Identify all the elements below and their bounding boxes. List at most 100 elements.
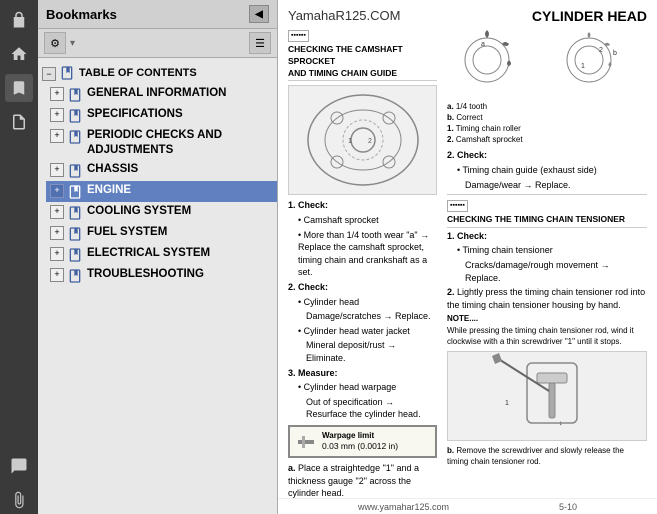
step-b-right: b. Remove the screwdriver and slowly rel… (447, 445, 647, 467)
step2-damage: Damage/scratches → Replace. (306, 310, 437, 323)
sidebar-toolbar: ⚙ ▾ ☰ (38, 29, 277, 58)
electrical-expand[interactable]: + (50, 247, 64, 261)
check-step1: 1. Check: (447, 230, 647, 243)
sprocket-diagram-left: a (447, 28, 545, 97)
sprocket-diagram-right: b 1 2 (549, 28, 647, 97)
sprocket-svg-right: b 1 2 (549, 28, 629, 93)
toc-root-item[interactable]: − TABLE OF CONTENTS (38, 62, 277, 84)
document-icon[interactable] (5, 108, 33, 136)
sidebar-gear-label: ▾ (70, 38, 75, 49)
troubleshooting-expand[interactable]: + (50, 268, 64, 282)
chassis-expand[interactable]: + (50, 163, 64, 177)
specs-icon (67, 108, 83, 124)
fuel-expand[interactable]: + (50, 226, 64, 240)
step2-guide-wear: Damage/wear → Replace. (465, 179, 647, 192)
section-title-camshaft: CHECKING THE CAMSHAFT SPROCKETAND TIMING… (288, 44, 437, 82)
sidebar-item-electrical[interactable]: + ELECTRICAL SYSTEM (46, 244, 277, 265)
step2-mineral: Mineral deposit/rust → Eliminate. (306, 339, 437, 364)
main-content: YamahaR125.COM CYLINDER HEAD ▪▪▪▪▪▪ CHEC… (278, 0, 657, 514)
tensioner-diagram: 1 ↓ (447, 351, 647, 441)
engine-expand[interactable]: + (50, 184, 64, 198)
section-tag2: ▪▪▪▪▪▪ (447, 200, 468, 212)
step1: 1. Check: (288, 199, 437, 212)
home-icon[interactable] (5, 40, 33, 68)
toc-root-expand[interactable]: − (42, 67, 56, 81)
general-expand[interactable]: + (50, 87, 64, 101)
chassis-icon (67, 163, 83, 179)
svg-text:↓: ↓ (559, 420, 563, 427)
step1-camshaft: • Camshaft sprocket (298, 214, 437, 227)
legend-1: 1. Timing chain roller (447, 123, 647, 134)
step1-wear: • More than 1/4 tooth wear "a" → Replace… (298, 229, 437, 279)
warpage-value: 0.03 mm (0.0012 in) (322, 441, 398, 453)
sidebar-header: Bookmarks ◀ (38, 0, 277, 29)
check-tensioner: • Timing chain tensioner (457, 244, 647, 257)
sidebar-item-chassis[interactable]: + CHASSIS (46, 160, 277, 181)
cooling-label: COOLING SYSTEM (87, 204, 191, 219)
lock-icon[interactable] (5, 6, 33, 34)
step3-warpage: • Cylinder head warpage (298, 381, 437, 394)
sidebar-item-general[interactable]: + GENERAL INFORMATION (46, 84, 277, 105)
step3-spec: Out of specification → Resurface the cyl… (306, 396, 437, 421)
periodic-icon (67, 129, 83, 145)
warpage-info: Warpage limit 0.03 mm (0.0012 in) (322, 430, 398, 453)
warpage-label: Warpage limit (322, 430, 398, 441)
page-title: CYLINDER HEAD (532, 8, 647, 24)
footer-site: www.yamahar125.com (358, 502, 449, 512)
camshaft-svg: 1 2 (293, 88, 433, 193)
sidebar-item-troubleshooting[interactable]: + TROUBLESHOOTING (46, 265, 277, 286)
specs-expand[interactable]: + (50, 108, 64, 122)
page-content: YamahaR125.COM CYLINDER HEAD ▪▪▪▪▪▪ CHEC… (278, 0, 657, 498)
step2-head: • Cylinder head (298, 296, 437, 309)
check-cracks: Cracks/damage/rough movement → Replace. (465, 259, 647, 284)
step2-guide: • Timing chain guide (exhaust side) (457, 164, 647, 177)
section-title-tensioner: CHECKING THE TIMING CHAIN TENSIONER (447, 214, 647, 228)
sidebar-item-cooling[interactable]: + COOLING SYSTEM (46, 202, 277, 223)
specs-label: SPECIFICATIONS (87, 107, 183, 122)
sidebar-view-icon[interactable]: ☰ (249, 32, 271, 54)
clip-icon[interactable] (5, 486, 33, 514)
page-footer: www.yamahar125.com 5-10 (278, 498, 657, 514)
periodic-expand[interactable]: + (50, 129, 64, 143)
periodic-label: PERIODIC CHECKS AND ADJUSTMENTS (87, 128, 273, 158)
fuel-label: FUEL SYSTEM (87, 225, 167, 240)
bookmark-icon[interactable] (5, 74, 33, 102)
svg-text:1: 1 (505, 400, 509, 407)
sprocket-diagrams: a b (447, 28, 647, 97)
troubleshooting-icon (67, 268, 83, 284)
troubleshooting-label: TROUBLESHOOTING (87, 267, 204, 282)
step-a: a. Place a straightedge "1" and a thickn… (288, 462, 437, 498)
electrical-label: ELECTRICAL SYSTEM (87, 246, 210, 261)
step3: 3. Measure: (288, 367, 437, 380)
legend-a: a. 1/4 tooth (447, 101, 647, 112)
left-toolbar (0, 0, 38, 514)
general-icon (67, 87, 83, 103)
engine-label: ENGINE (87, 183, 131, 198)
sidebar-item-periodic[interactable]: + PERIODIC CHECKS AND ADJUSTMENTS (46, 126, 277, 160)
sidebar-collapse-button[interactable]: ◀ (249, 5, 269, 23)
sidebar-item-fuel[interactable]: + FUEL SYSTEM (46, 223, 277, 244)
warpage-icon (296, 432, 316, 452)
sidebar-gear-icon[interactable]: ⚙ (44, 32, 66, 54)
toc-root-label: TABLE OF CONTENTS (79, 67, 197, 79)
page-header: YamahaR125.COM CYLINDER HEAD (288, 8, 647, 24)
sidebar: Bookmarks ◀ ⚙ ▾ ☰ − TABLE OF CONTENTS + … (38, 0, 278, 514)
legend-block: a. 1/4 tooth b. Correct 1. Timing chain … (447, 101, 647, 146)
step2: 2. Check: (288, 281, 437, 294)
check-step2: 2. Lightly press the timing chain tensio… (447, 286, 647, 311)
sidebar-item-engine[interactable]: + ENGINE (46, 181, 277, 202)
note2-label: NOTE.... (447, 313, 647, 324)
sidebar-item-specifications[interactable]: + SPECIFICATIONS (46, 105, 277, 126)
legend-b: b. Correct (447, 112, 647, 123)
general-label: GENERAL INFORMATION (87, 86, 227, 101)
page-columns: ▪▪▪▪▪▪ CHECKING THE CAMSHAFT SPROCKETAND… (288, 28, 647, 498)
cooling-expand[interactable]: + (50, 205, 64, 219)
sidebar-title: Bookmarks (46, 7, 117, 22)
svg-text:1: 1 (348, 138, 352, 145)
legend-2: 2. Camshaft sprocket (447, 134, 647, 145)
step2-right: 2. Check: (447, 149, 647, 162)
toc-book-icon (59, 65, 75, 81)
page-site: YamahaR125.COM (288, 8, 400, 23)
step2-jacket: • Cylinder head water jacket (298, 325, 437, 338)
chat-icon[interactable] (5, 452, 33, 480)
